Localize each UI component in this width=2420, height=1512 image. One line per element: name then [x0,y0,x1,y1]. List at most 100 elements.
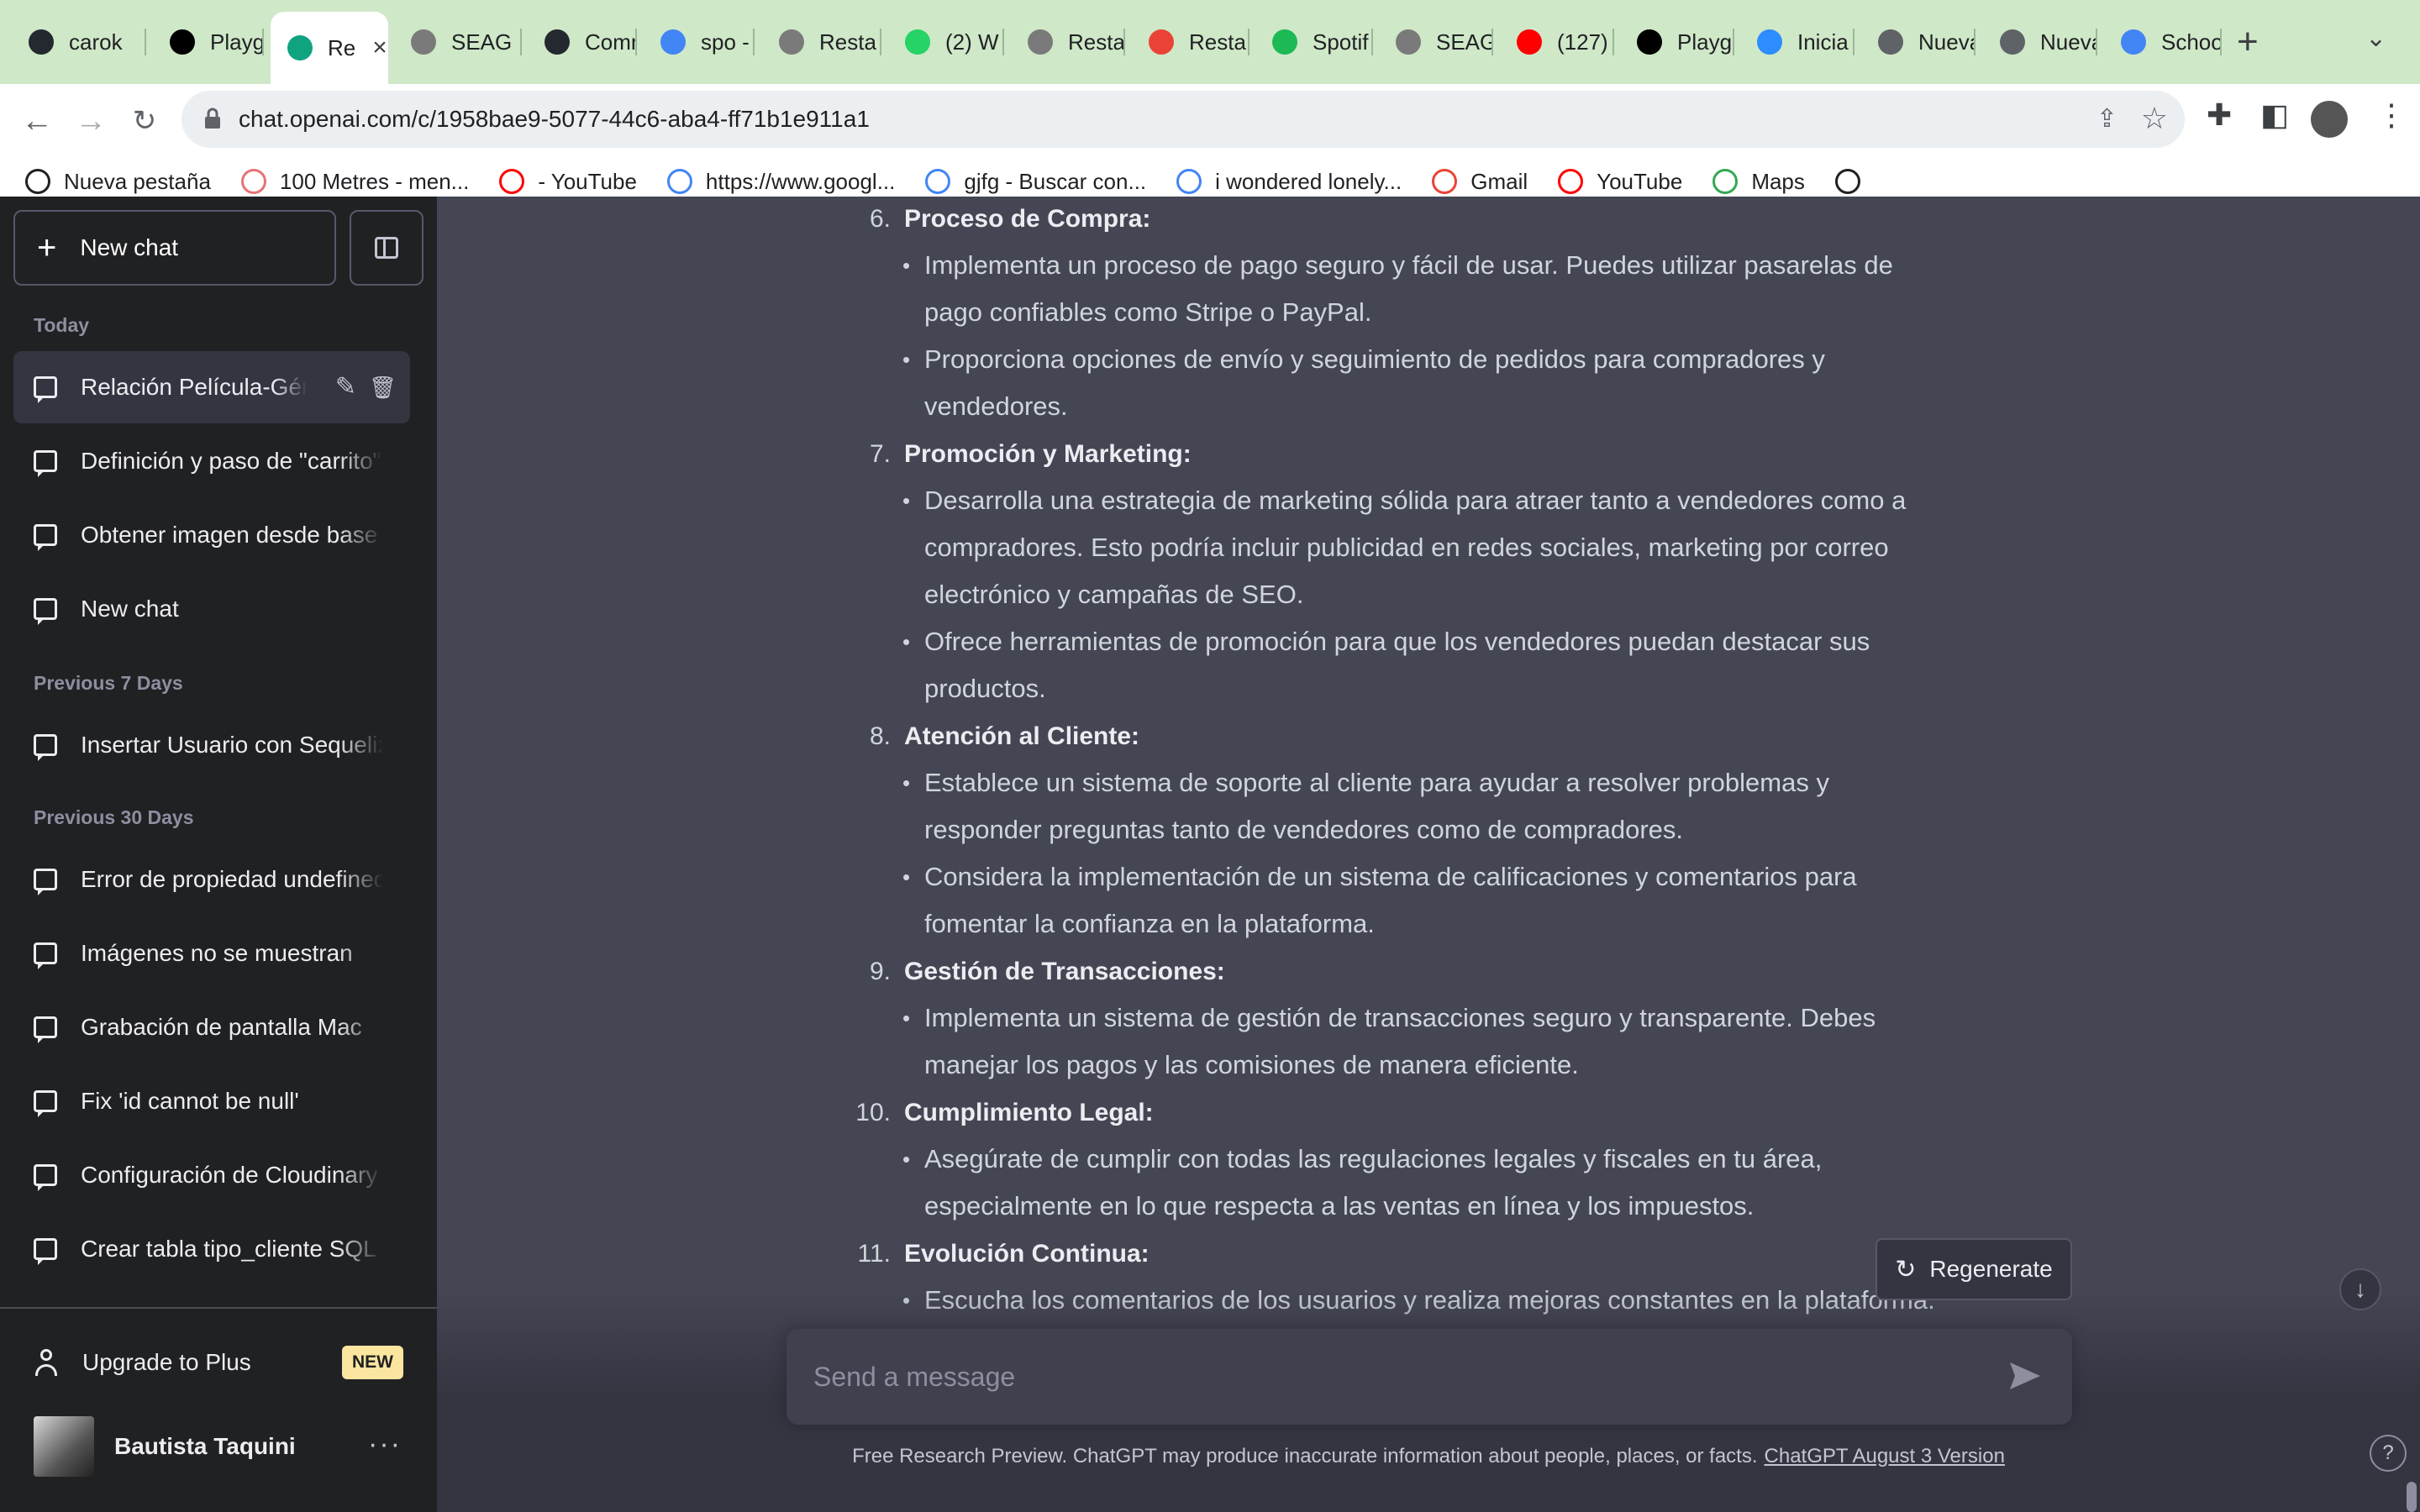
chrome-icon [1878,29,1903,55]
version-link[interactable]: ChatGPT August 3 Version [1765,1445,2005,1467]
tab-title: Nueva [1918,29,1975,55]
close-sidebar-button[interactable] [350,210,424,286]
browser-tab[interactable]: Inicia [1740,12,1854,72]
browser-tab[interactable]: Playg [1620,12,1734,72]
bookmark-item[interactable] [1834,169,1860,194]
bookmark-item[interactable]: https://www.googl... [666,169,895,195]
regenerate-button[interactable]: ↻ Regenerate [1876,1238,2072,1300]
sidebar-conversation-item[interactable]: Crear tabla tipo_cliente SQL [13,1213,410,1285]
bullet-line: Implementa un proceso de pago seguro y f… [924,250,1893,280]
regenerate-label: Regenerate [1929,1256,2053,1282]
browser-menu-icon[interactable]: ⋮ [2376,97,2407,133]
browser-tab[interactable]: Schoo [2104,12,2222,72]
browser-tab[interactable]: Nueva [1861,12,1975,72]
sidebar-conversation-item[interactable]: Grabación de pantalla Mac [13,991,410,1063]
scrollbar-thumb[interactable] [2407,1482,2417,1512]
browser-tab[interactable]: Nueva [1983,12,2097,72]
browser-tab[interactable]: carok [12,12,146,72]
bookmark-label: 100 Metres - men... [279,168,470,194]
sidebar-conversation-item[interactable]: Configuración de Cloudinary [13,1139,410,1211]
profile-avatar[interactable] [2311,101,2348,138]
help-button[interactable]: ? [2370,1435,2407,1472]
forward-arrow-icon[interactable]: → [71,101,111,141]
whatsapp-icon [905,29,930,55]
upgrade-to-plus-button[interactable]: Upgrade to Plus NEW [13,1329,410,1396]
sidebar-conversation-item[interactable]: Fix 'id cannot be null' [13,1065,410,1137]
trash-icon[interactable]: 🗑 [369,373,397,402]
bullet-item: Implementa un proceso de pago seguro y f… [902,242,1949,336]
globe-icon [25,169,50,194]
tab-separator [635,29,637,55]
github-icon [29,29,54,55]
browser-tab[interactable]: Playg [153,12,264,72]
browser-tab[interactable]: Spotif [1255,12,1373,72]
user-name: Bautista Taquini [114,1433,296,1459]
edit-pencil-icon[interactable]: ✎ [335,373,356,402]
browser-tab[interactable]: (127) [1500,12,1614,72]
side-panel-icon[interactable]: ◧ [2260,97,2289,133]
plus-icon: + [37,229,57,266]
extensions-puzzle-icon[interactable]: ✚ [2207,97,2232,133]
new-tab-button[interactable]: + [2237,20,2259,64]
browser-tab[interactable]: Comm [528,12,637,72]
tab-title: Inicia [1797,29,1849,55]
message-input[interactable] [786,1329,2072,1425]
bookmark-item[interactable]: i wondered lonely... [1176,169,1402,195]
globe-icon [411,29,436,55]
browser-tab[interactable]: SEAG [394,12,522,72]
globe-icon [1028,29,1053,55]
tab-title: Resta [1068,29,1125,55]
list-number: 6. [869,205,891,233]
scroll-to-bottom-button[interactable]: ↓ [2339,1268,2381,1310]
browser-tab[interactable]: Re × [271,12,388,84]
new-chat-button[interactable]: + New chat [13,210,336,286]
browser-tab[interactable]: Resta [1132,12,1249,72]
bookmark-item[interactable]: gjfg - Buscar con... [925,169,1146,195]
browser-tab[interactable]: spo - [644,12,755,72]
back-arrow-icon[interactable]: ← [17,101,57,141]
chat-bubble-icon [34,869,57,895]
reload-icon[interactable]: ↻ [124,101,165,141]
bookmark-label: Nueva pestaña [64,168,211,194]
tab-search-chevron-icon[interactable]: ⌄ [2365,24,2386,53]
browser-tab[interactable]: (2) W [888,12,1004,72]
more-options-icon[interactable]: ··· [368,1428,402,1461]
share-icon[interactable]: ⇪ [2096,104,2118,134]
user-menu-button[interactable]: Bautista Taquini ··· [13,1406,410,1487]
tab-title: SEAG [1436,29,1493,55]
browser-tab[interactable]: Resta [762,12,881,72]
bookmark-item[interactable]: 100 Metres - men... [240,168,470,195]
sidebar-conversation-item[interactable]: Insertar Usuario con Sequelize [13,709,410,781]
address-bar[interactable]: chat.openai.com/c/1958bae9-5077-44c6-aba… [182,91,2185,148]
list-heading: Cumplimiento Legal: [904,1099,1154,1126]
bullet-line: Implementa un sistema de gestión de tran… [924,1003,1876,1032]
gmail-icon [1432,169,1458,194]
bookmark-item[interactable]: YouTube [1558,169,1682,195]
bookmark-item[interactable]: - YouTube [499,169,637,195]
sidebar-conversation-item[interactable]: Imágenes no se muestran [13,917,410,990]
close-tab-icon[interactable]: × [372,34,387,62]
bullet-item: Considera la implementación de un sistem… [902,853,1949,948]
youtube-icon [499,169,525,194]
github-icon [544,29,570,55]
sidebar-conversation-item[interactable]: Obtener imagen desde base [13,499,410,571]
chat-bubble-icon [34,376,57,403]
question-mark-icon: ? [2382,1441,2394,1464]
browser-tab[interactable]: Resta [1011,12,1125,72]
bookmark-star-icon[interactable]: ☆ [2141,101,2168,136]
sidebar-conversation-item[interactable]: New chat [13,573,410,645]
sidebar-conversation-item[interactable]: Error de propiedad undefined [13,843,410,916]
list-number: 10. [855,1099,891,1126]
bookmark-item[interactable]: Nueva pestaña [25,169,211,195]
conversation-title: Grabación de pantalla Mac [81,1014,362,1040]
browser-tab[interactable]: SEAG [1379,12,1493,72]
globe-icon [779,29,804,55]
conversation-title: Definición y paso de "carrito" [81,448,381,474]
sidebar-conversation-item[interactable]: Definición y paso de "carrito" [13,425,410,497]
send-icon[interactable] [2008,1361,2042,1391]
bookmark-item[interactable]: Maps [1712,169,1805,195]
bookmark-item[interactable]: Gmail [1432,169,1528,195]
sidebar-conversation-item[interactable]: Relación Película-Género ✎ 🗑 [13,351,410,423]
bullet-item: Implementa un sistema de gestión de tran… [902,995,1949,1089]
list-number: 9. [869,958,891,985]
